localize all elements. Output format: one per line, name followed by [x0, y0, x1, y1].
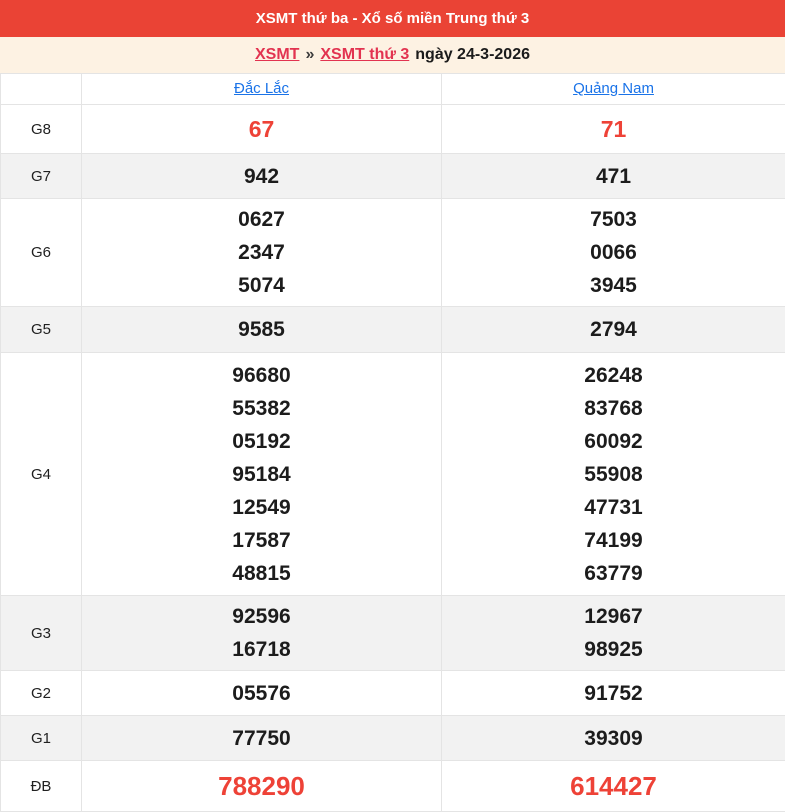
- prize-label-g7: G7: [1, 154, 82, 199]
- prize-label-g5: G5: [1, 307, 82, 353]
- table-row-g7: G7 942 471: [1, 154, 785, 199]
- result-number: 614427: [442, 770, 785, 803]
- breadcrumb-separator: »: [305, 46, 314, 64]
- result-number: 12549: [82, 491, 441, 524]
- prize-label-g4: G4: [1, 353, 82, 596]
- result-number: 83768: [442, 392, 785, 425]
- result-number: 92596: [82, 600, 441, 633]
- result-number: 17587: [82, 524, 441, 557]
- result-number: 788290: [82, 770, 441, 803]
- result-number: 98925: [442, 633, 785, 666]
- table-row-g8: G8 67 71: [1, 105, 785, 154]
- table-row-g1: G1 77750 39309: [1, 716, 785, 761]
- breadcrumb-date: ngày 24-3-2026: [415, 46, 530, 64]
- result-number: 0627: [82, 203, 441, 236]
- result-number: 48815: [82, 557, 441, 590]
- prize-label-g2: G2: [1, 671, 82, 716]
- result-number: 471: [442, 160, 785, 193]
- table-row-g6: G6 0627 2347 5074 7503 0066 3945: [1, 199, 785, 307]
- result-number: 16718: [82, 633, 441, 666]
- result-number: 55908: [442, 458, 785, 491]
- result-number: 12967: [442, 600, 785, 633]
- result-number: 5074: [82, 269, 441, 302]
- table-row-g3: G3 92596 16718 12967 98925: [1, 596, 785, 671]
- result-number: 77750: [82, 722, 441, 755]
- page-title: XSMT thứ ba - Xổ số miền Trung thứ 3: [256, 10, 529, 27]
- result-number: 05192: [82, 425, 441, 458]
- result-number: 0066: [442, 236, 785, 269]
- header-empty-cell: [1, 74, 82, 105]
- result-number: 63779: [442, 557, 785, 590]
- column-header-dac-lac[interactable]: Đắc Lắc: [234, 80, 289, 97]
- breadcrumb: XSMT » XSMT thứ 3 ngày 24-3-2026: [0, 37, 785, 73]
- title-bar: XSMT thứ ba - Xổ số miền Trung thứ 3: [0, 0, 785, 37]
- result-number: 71: [442, 113, 785, 146]
- result-number: 96680: [82, 359, 441, 392]
- table-row-g4: G4 96680 55382 05192 95184 12549 17587 4…: [1, 353, 785, 596]
- table-header-row: Đắc Lắc Quảng Nam: [1, 74, 785, 105]
- breadcrumb-link-xsmt-thu-3[interactable]: XSMT thứ 3: [320, 46, 409, 64]
- result-number: 74199: [442, 524, 785, 557]
- result-number: 91752: [442, 677, 785, 710]
- result-number: 3945: [442, 269, 785, 302]
- result-number: 9585: [82, 313, 441, 346]
- result-number: 47731: [442, 491, 785, 524]
- result-number: 942: [82, 160, 441, 193]
- result-number: 39309: [442, 722, 785, 755]
- prize-label-db: ĐB: [1, 761, 82, 812]
- lottery-results-page: XSMT thứ ba - Xổ số miền Trung thứ 3 XSM…: [0, 0, 785, 812]
- table-row-g2: G2 05576 91752: [1, 671, 785, 716]
- result-number: 95184: [82, 458, 441, 491]
- prize-label-g1: G1: [1, 716, 82, 761]
- breadcrumb-link-xsmt[interactable]: XSMT: [255, 46, 299, 64]
- result-number: 55382: [82, 392, 441, 425]
- result-number: 2347: [82, 236, 441, 269]
- table-row-db: ĐB 788290 614427: [1, 761, 785, 812]
- prize-label-g3: G3: [1, 596, 82, 671]
- result-number: 60092: [442, 425, 785, 458]
- prize-label-g8: G8: [1, 105, 82, 154]
- results-table: Đắc Lắc Quảng Nam G8 67 71 G7 942 471 G6…: [0, 73, 785, 812]
- result-number: 7503: [442, 203, 785, 236]
- result-number: 2794: [442, 313, 785, 346]
- result-number: 67: [82, 113, 441, 146]
- table-row-g5: G5 9585 2794: [1, 307, 785, 353]
- prize-label-g6: G6: [1, 199, 82, 307]
- result-number: 26248: [442, 359, 785, 392]
- column-header-quang-nam[interactable]: Quảng Nam: [573, 80, 654, 97]
- result-number: 05576: [82, 677, 441, 710]
